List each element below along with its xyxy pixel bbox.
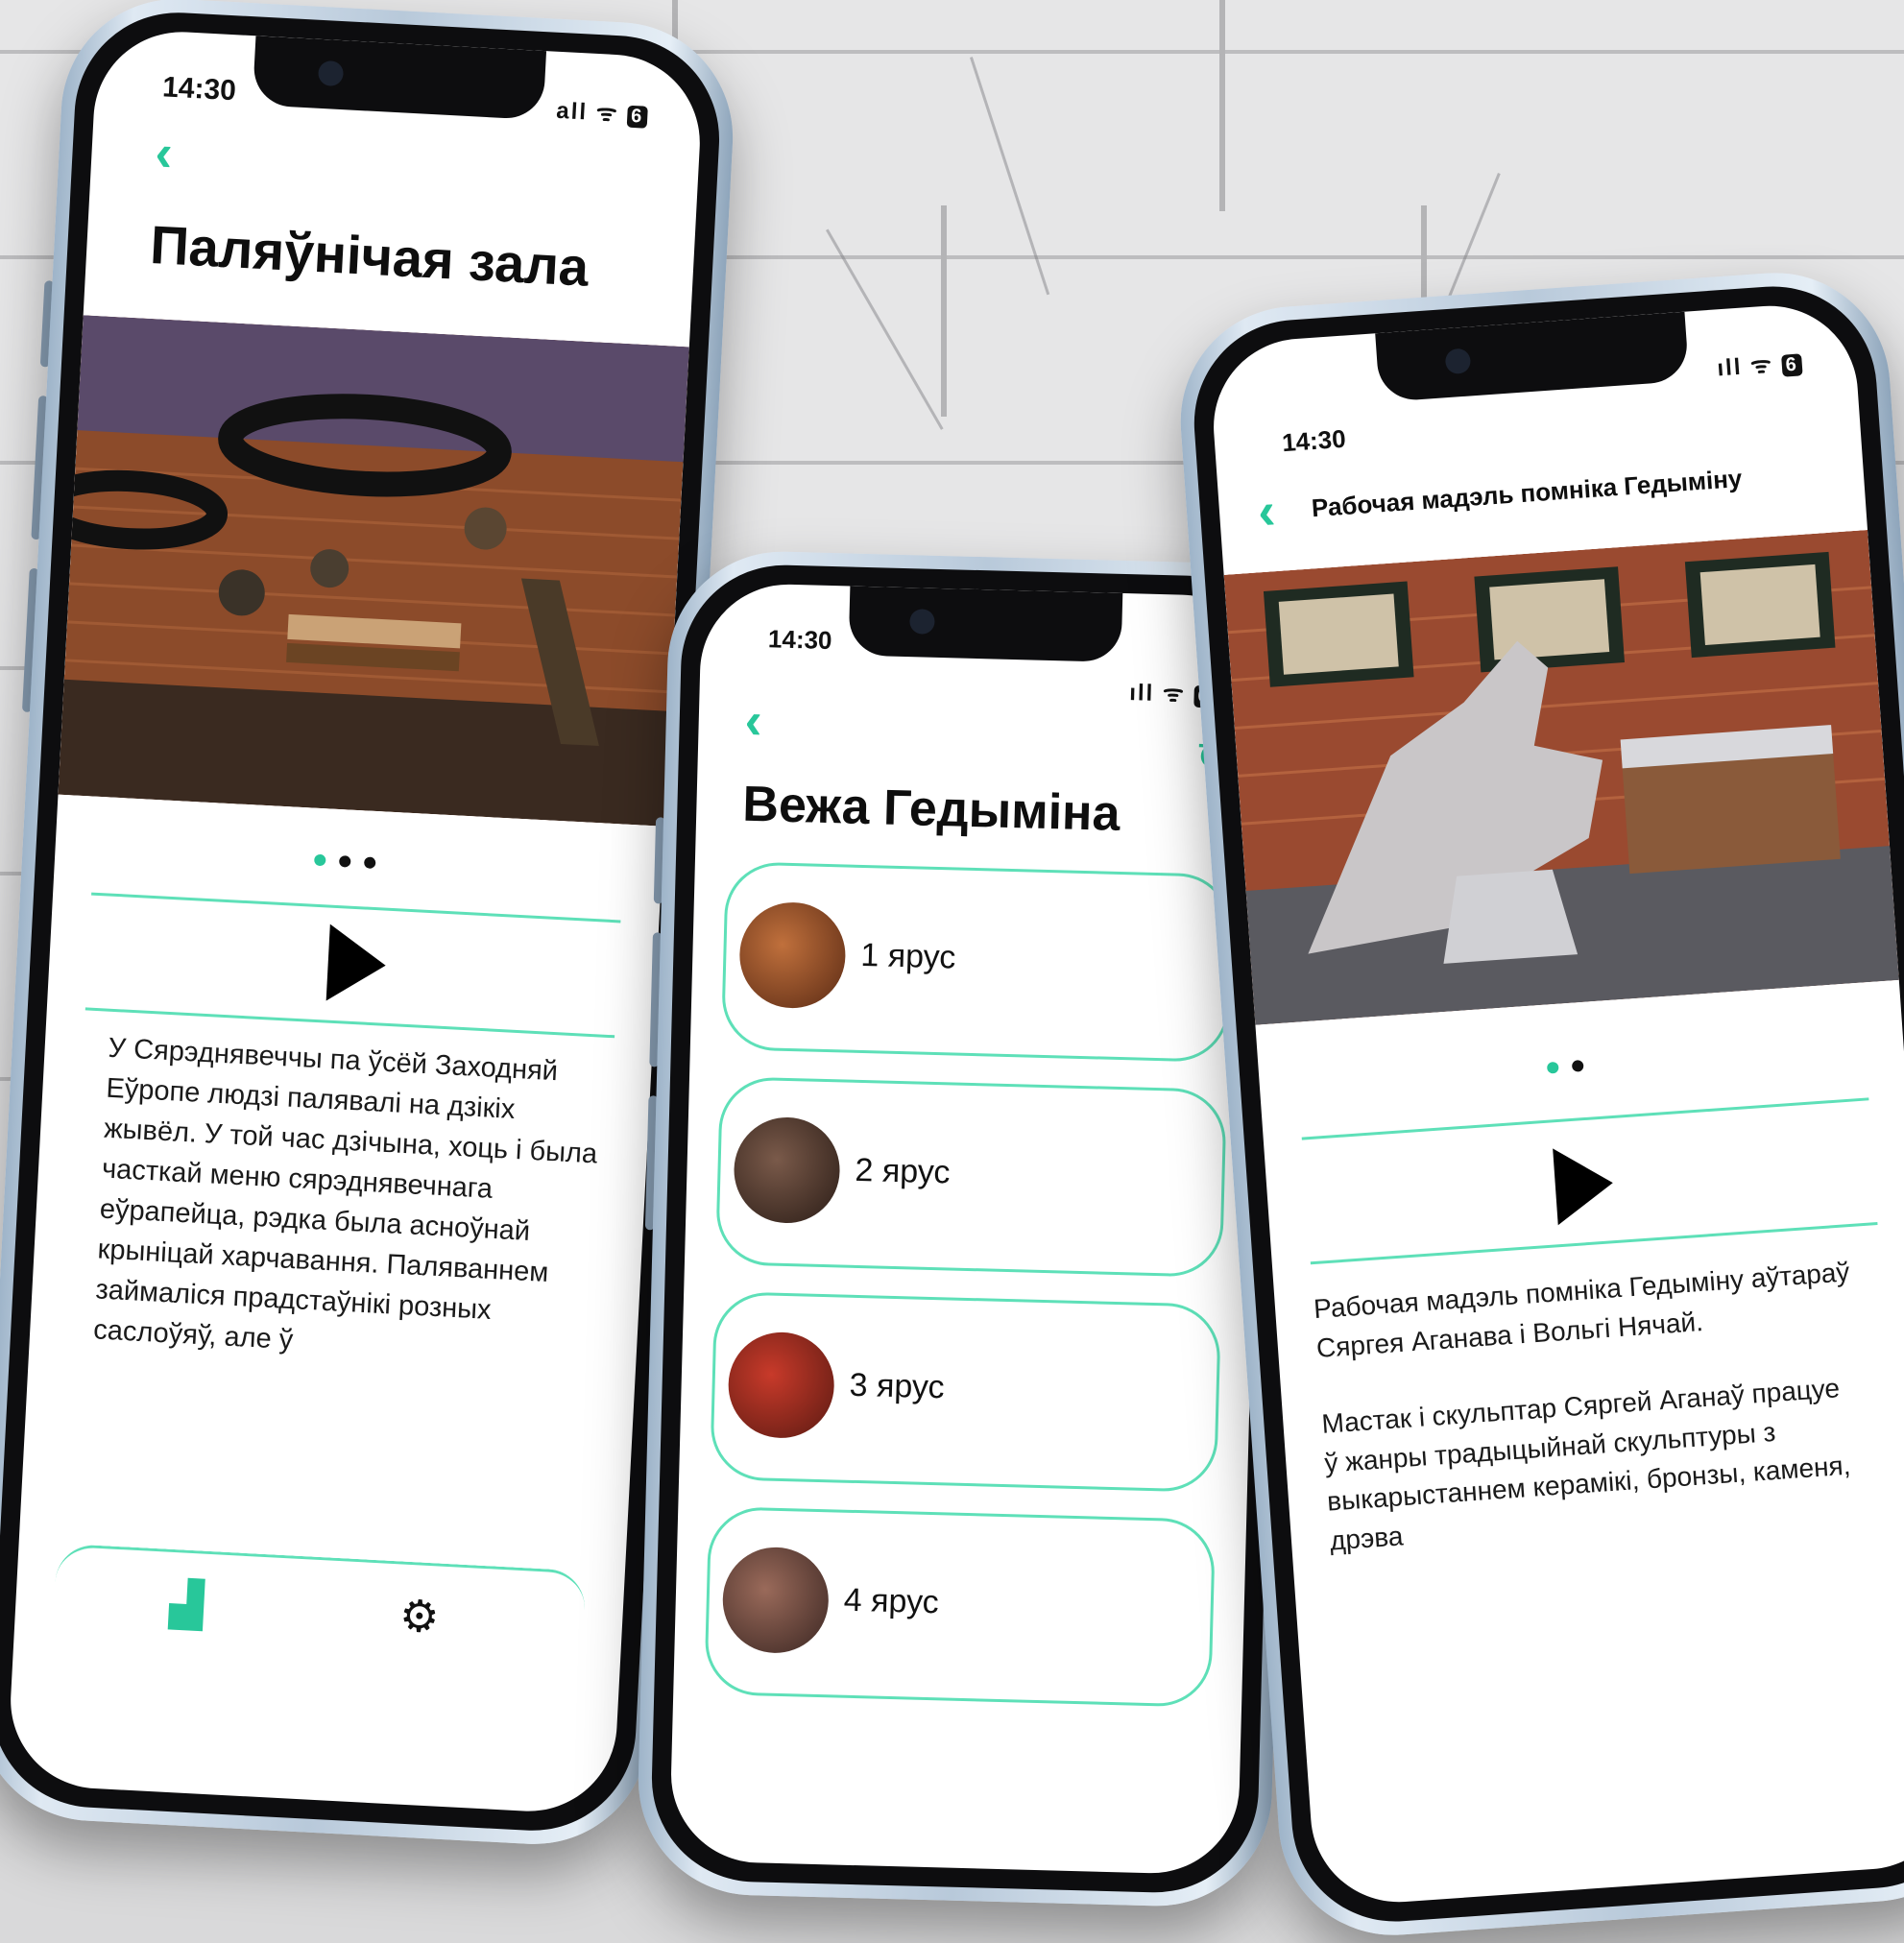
play-button[interactable]: [1553, 1144, 1616, 1226]
carousel-dot[interactable]: [338, 855, 351, 868]
divider: [91, 892, 621, 924]
description-text-2: Мастак і скульптар Сяргей Аганаў працуе …: [1320, 1373, 1852, 1556]
signal-wifi-icon: ıll ᯤ: [1128, 680, 1187, 708]
battery-icon: 6: [626, 105, 648, 129]
status-indicators: ıll ᯤ 6: [1716, 346, 1803, 383]
status-indicators: all ᯤ 6: [556, 94, 649, 131]
tier-card-2[interactable]: 2 ярус: [714, 1076, 1227, 1278]
wall-seam: [1219, 0, 1225, 211]
page-title: Вежа Гедыміна: [741, 776, 1121, 842]
page-title: Паляўнічая зала: [148, 213, 590, 298]
phone-hunting-hall: 14:30 all ᯤ 6 ‹ Паляўнічая зала У Сярэдн…: [0, 0, 739, 1851]
camera: [1444, 348, 1472, 375]
tier-thumbnail: [721, 1546, 831, 1655]
tier-label: 1 ярус: [859, 936, 956, 976]
back-arrow-icon[interactable]: ‹: [744, 692, 763, 750]
phone-gediminas-monument: 14:30 ıll ᯤ 6 ‹ Рабочая мадэль помніка Г…: [1172, 265, 1904, 1943]
carousel-dot[interactable]: [1571, 1059, 1584, 1072]
divider: [1301, 1097, 1869, 1140]
description-text: У Сярэднявеччы па ўсёй Заходняй Еўропе л…: [92, 1032, 598, 1356]
carousel-dot[interactable]: [313, 853, 326, 867]
tier-label: 4 ярус: [843, 1581, 940, 1621]
hunting-hall-photo[interactable]: [58, 315, 689, 827]
camera: [317, 60, 344, 87]
carousel-dots[interactable]: [1546, 1059, 1584, 1074]
carousel-dot[interactable]: [363, 856, 376, 870]
status-time: 14:30: [161, 71, 237, 108]
back-arrow-icon[interactable]: ‹: [154, 124, 174, 182]
tier-card-4[interactable]: 4 ярус: [704, 1505, 1217, 1708]
museum-icon[interactable]: ▟: [168, 1577, 205, 1631]
tier-thumbnail: [727, 1331, 836, 1440]
status-time: 14:30: [767, 624, 832, 656]
gear-icon[interactable]: ⚙: [398, 1589, 441, 1643]
signal-wifi-icon: ıll ᯤ: [1716, 351, 1774, 382]
notch: [848, 586, 1123, 662]
carousel-dots[interactable]: [313, 853, 376, 870]
status-time: 14:30: [1281, 423, 1347, 458]
screen-gediminas-monument: 14:30 ıll ᯤ 6 ‹ Рабочая мадэль помніка Г…: [1207, 300, 1904, 1908]
screen-hunting-hall: 14:30 all ᯤ 6 ‹ Паляўнічая зала У Сярэдн…: [6, 27, 705, 1816]
signal-wifi-icon: all ᯤ: [555, 97, 620, 128]
carousel-dot[interactable]: [1546, 1061, 1559, 1074]
battery-icon: 6: [1780, 353, 1803, 377]
wall-seam: [941, 205, 947, 417]
tier-thumbnail: [737, 900, 847, 1010]
screen-gediminas-tower: 14:30 ıll ᯤ 6 ‹ ↻ Вежа Гедыміна 1 ярус 2…: [668, 582, 1271, 1876]
tier-thumbnail: [733, 1115, 841, 1225]
back-arrow-icon[interactable]: ‹: [1256, 482, 1277, 540]
notch: [252, 36, 547, 121]
tier-label: 3 ярус: [849, 1366, 946, 1406]
tier-card-3[interactable]: 3 ярус: [710, 1291, 1222, 1493]
monument-model-photo[interactable]: [1223, 529, 1899, 1025]
page-title: Рабочая мадэль помніка Гедыміну: [1310, 463, 1744, 523]
tab-bar: ▟ ⚙: [49, 1543, 587, 1718]
description-text-1: Рабочая мадэль помніка Гедыміну аўтараў …: [1313, 1257, 1851, 1363]
camera: [908, 609, 935, 635]
tier-label: 2 ярус: [855, 1151, 951, 1191]
tier-card-1[interactable]: 1 ярус: [720, 861, 1233, 1063]
play-button[interactable]: [325, 924, 388, 1004]
